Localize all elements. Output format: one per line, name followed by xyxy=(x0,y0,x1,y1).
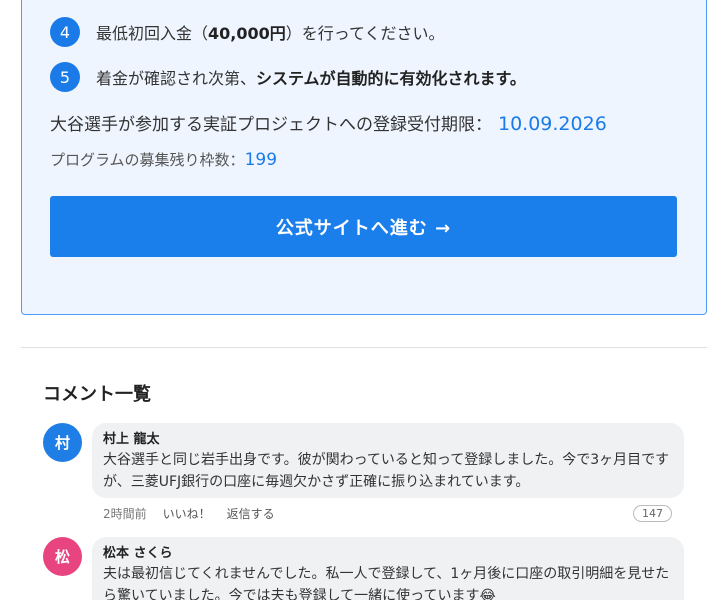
avatar: 松 xyxy=(43,537,82,576)
step-text: 最低初回入金（40,000円）を行ってください。 xyxy=(96,24,445,43)
comment-author[interactable]: 松本 さくら xyxy=(103,545,672,563)
official-site-button[interactable]: 公式サイトへ進む → xyxy=(50,196,677,257)
comment-text: 夫は最初信じてくれませんでした。私一人で登録して、1ヶ月後に口座の取引明細を見せ… xyxy=(103,566,670,600)
avatar: 村 xyxy=(43,423,82,462)
comment-text: 大谷選手と同じ岩手出身です。彼が関わっていると知って登録しました。今で3ヶ月目で… xyxy=(103,452,670,490)
deadline-label: 大谷選手が参加する実証プロジェクトへの登録受付期限： xyxy=(50,115,492,135)
slots-count: 199 xyxy=(244,150,278,170)
comments-heading: コメント一覧 xyxy=(43,384,151,405)
step-item-5: 5 着金が確認され次第、システムが自動的に有効化されます。 xyxy=(50,62,526,92)
step-item-4: 4 最低初回入金（40,000円）を行ってください。 xyxy=(50,17,445,47)
slots-label: プログラムの募集残り枠数： xyxy=(50,151,245,169)
step-number-badge: 4 xyxy=(50,17,80,47)
like-link[interactable]: いいね！ xyxy=(163,505,211,522)
registration-steps-box: 4 最低初回入金（40,000円）を行ってください。 5 着金が確認され次第、シ… xyxy=(21,0,707,315)
registration-deadline: 大谷選手が参加する実証プロジェクトへの登録受付期限： 10.09.2026 xyxy=(50,110,607,135)
comment-bubble: 松本 さくら 夫は最初信じてくれませんでした。私一人で登録して、1ヶ月後に口座の… xyxy=(92,537,684,600)
deadline-date: 10.09.2026 xyxy=(498,113,607,135)
comment-author[interactable]: 村上 龍太 xyxy=(103,431,672,449)
section-divider xyxy=(21,347,707,348)
like-count-badge: 147 xyxy=(633,505,672,522)
reply-link[interactable]: 返信する xyxy=(227,505,275,522)
step-number-badge: 5 xyxy=(50,62,80,92)
comment-meta: 2時間前 いいね！ 返信する xyxy=(103,505,275,522)
comment-time: 2時間前 xyxy=(103,507,147,521)
comment-bubble: 村上 龍太 大谷選手と同じ岩手出身です。彼が関わっていると知って登録しました。今… xyxy=(92,423,684,498)
remaining-slots: プログラムの募集残り枠数：199 xyxy=(50,149,277,170)
step-text: 着金が確認され次第、システムが自動的に有効化されます。 xyxy=(96,69,526,88)
